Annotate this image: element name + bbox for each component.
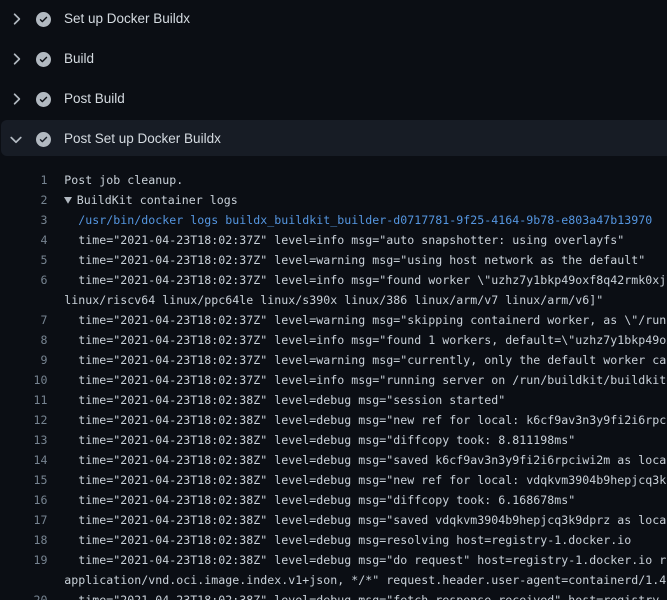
step-label: Post Build	[64, 91, 125, 107]
check-circle-icon	[36, 92, 51, 107]
log-line-16: 16 time="2021-04-23T18:02:38Z" level=deb…	[0, 490, 667, 510]
log-line-number[interactable]: 2	[0, 193, 48, 207]
log-line-number[interactable]: 9	[0, 353, 48, 367]
log-line-6: 6 time="2021-04-23T18:02:37Z" level=info…	[0, 270, 667, 290]
check-circle-icon	[36, 52, 51, 67]
log-line-number[interactable]: 18	[0, 533, 48, 547]
log-line-14: 14 time="2021-04-23T18:02:38Z" level=deb…	[0, 450, 667, 470]
log-line-11: 11 time="2021-04-23T18:02:38Z" level=deb…	[0, 390, 667, 410]
log-line-number[interactable]: 10	[0, 373, 48, 387]
check-circle-icon	[36, 132, 51, 147]
log-line-number[interactable]: 12	[0, 413, 48, 427]
chevron-right-icon	[7, 50, 25, 68]
log-text: time="2021-04-23T18:02:37Z" level=info m…	[64, 233, 624, 247]
log-line-number[interactable]: 15	[0, 473, 48, 487]
log-line-number[interactable]: 13	[0, 433, 48, 447]
log-text: time="2021-04-23T18:02:37Z" level=warnin…	[64, 313, 666, 327]
log-line-10: 10 time="2021-04-23T18:02:37Z" level=inf…	[0, 370, 667, 390]
log-line-number[interactable]: 16	[0, 493, 48, 507]
check-circle-icon	[36, 12, 51, 27]
log-line-3: 3 /usr/bin/docker logs buildx_buildkit_b…	[0, 210, 667, 230]
log-text: time="2021-04-23T18:02:38Z" level=debug …	[64, 493, 575, 507]
log-text: time="2021-04-23T18:02:38Z" level=debug …	[64, 413, 667, 427]
log-text: time="2021-04-23T18:02:37Z" level=info m…	[64, 333, 667, 347]
log-line-number[interactable]: 11	[0, 393, 48, 407]
log-line-18: 18 time="2021-04-23T18:02:38Z" level=deb…	[0, 530, 667, 550]
log-line-continuation: application/vnd.oci.image.index.v1+json,…	[0, 570, 667, 590]
step-header-build[interactable]: Build	[0, 40, 667, 80]
step-header-post-set-up-docker-buildx[interactable]: Post Set up Docker Buildx	[1, 120, 667, 156]
log-text: time="2021-04-23T18:02:38Z" level=debug …	[64, 433, 575, 447]
chevron-right-icon	[7, 90, 25, 108]
log-text: linux/riscv64 linux/ppc64le linux/s390x …	[64, 293, 603, 307]
log-line-number[interactable]: 19	[0, 553, 48, 567]
log-line-continuation: linux/riscv64 linux/ppc64le linux/s390x …	[0, 290, 667, 310]
log-text: time="2021-04-23T18:02:38Z" level=debug …	[64, 393, 505, 407]
log-line-number[interactable]: 3	[0, 213, 48, 227]
log-line-number[interactable]: 17	[0, 513, 48, 527]
log-text: time="2021-04-23T18:02:38Z" level=debug …	[64, 453, 667, 467]
step-label: Build	[64, 51, 94, 67]
log-line-number[interactable]: 6	[0, 273, 48, 287]
log-line-13: 13 time="2021-04-23T18:02:38Z" level=deb…	[0, 430, 667, 450]
log-line-4: 4 time="2021-04-23T18:02:37Z" level=info…	[0, 230, 667, 250]
log-text: time="2021-04-23T18:02:38Z" level=debug …	[64, 473, 667, 487]
log-text: Post job cleanup.	[64, 173, 183, 187]
log-line-number[interactable]: 7	[0, 313, 48, 327]
log-text: time="2021-04-23T18:02:38Z" level=debug …	[64, 533, 631, 547]
log-line-15: 15 time="2021-04-23T18:02:38Z" level=deb…	[0, 470, 667, 490]
actions-log-viewer: Set up Docker Buildx Build Post Build Post …	[0, 0, 667, 600]
log-line-17: 17 time="2021-04-23T18:02:38Z" level=deb…	[0, 510, 667, 530]
log-line-number[interactable]: 5	[0, 253, 48, 267]
log-text: time="2021-04-23T18:02:37Z" level=warnin…	[64, 253, 645, 267]
step-label: Post Set up Docker Buildx	[64, 131, 221, 147]
log-line-number[interactable]: 20	[0, 593, 48, 600]
log-text: time="2021-04-23T18:02:37Z" level=info m…	[64, 373, 667, 387]
log-line-number[interactable]: 14	[0, 453, 48, 467]
log-line-12: 12 time="2021-04-23T18:02:38Z" level=deb…	[0, 410, 667, 430]
chevron-right-icon	[7, 10, 25, 28]
step-header-set-up-docker-buildx[interactable]: Set up Docker Buildx	[0, 0, 667, 40]
steps-list: Set up Docker Buildx Build Post Build Post …	[0, 0, 667, 156]
log-text: time="2021-04-23T18:02:37Z" level=warnin…	[64, 353, 667, 367]
log-line-19: 19 time="2021-04-23T18:02:38Z" level=deb…	[0, 550, 667, 570]
log-line-7: 7 time="2021-04-23T18:02:37Z" level=warn…	[0, 310, 667, 330]
log-line-number[interactable]: 1	[0, 173, 48, 187]
log-text: application/vnd.oci.image.index.v1+json,…	[64, 573, 666, 587]
log-text: time="2021-04-23T18:02:37Z" level=info m…	[64, 273, 667, 287]
log-line-2: 2 BuildKit container logs	[0, 190, 667, 210]
log-text: time="2021-04-23T18:02:38Z" level=debug …	[64, 553, 667, 567]
log-text: time="2021-04-23T18:02:38Z" level=debug …	[64, 593, 667, 600]
log-group-header[interactable]: BuildKit container logs	[64, 193, 238, 207]
step-header-post-build[interactable]: Post Build	[0, 80, 667, 120]
log-line-20: 20 time="2021-04-23T18:02:38Z" level=deb…	[0, 590, 667, 600]
triangle-down-icon	[64, 197, 72, 204]
log-line-number[interactable]: 8	[0, 333, 48, 347]
log-area: 1 Post job cleanup. 2 BuildKit container lo…	[0, 160, 667, 600]
log-line-number[interactable]: 4	[0, 233, 48, 247]
log-line-1: 1 Post job cleanup.	[0, 170, 667, 190]
log-command-text: /usr/bin/docker logs buildx_buildkit_bui…	[64, 213, 652, 227]
log-line-9: 9 time="2021-04-23T18:02:37Z" level=warn…	[0, 350, 667, 370]
chevron-down-icon	[7, 131, 25, 149]
step-label: Set up Docker Buildx	[64, 11, 190, 27]
log-line-8: 8 time="2021-04-23T18:02:37Z" level=info…	[0, 330, 667, 350]
log-text: time="2021-04-23T18:02:38Z" level=debug …	[64, 513, 667, 527]
log-line-5: 5 time="2021-04-23T18:02:37Z" level=warn…	[0, 250, 667, 270]
